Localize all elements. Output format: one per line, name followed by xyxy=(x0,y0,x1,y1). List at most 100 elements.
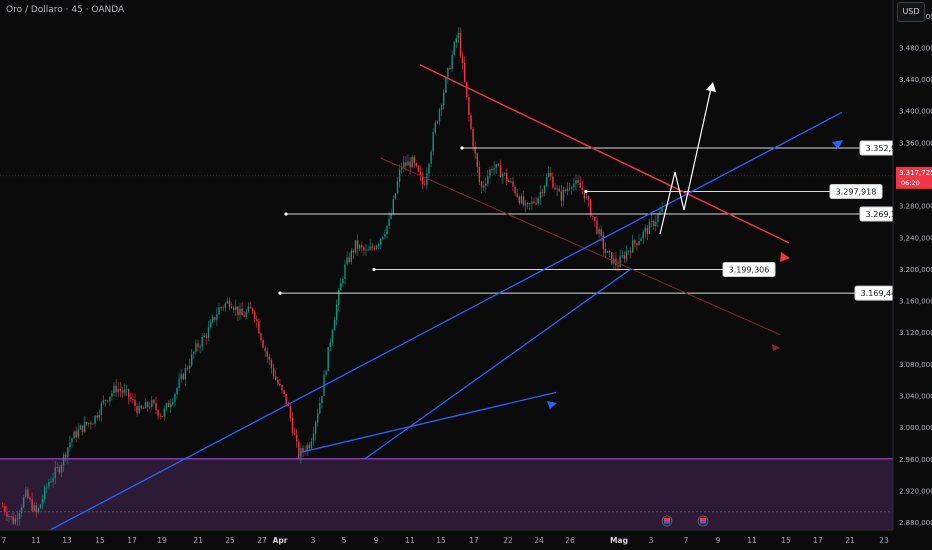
candle-body xyxy=(79,425,82,430)
time-axis-label: 21 xyxy=(845,536,855,545)
time-axis-label: 5 xyxy=(342,536,347,545)
candle-body xyxy=(285,394,287,404)
candle-body xyxy=(480,182,483,188)
candle-body xyxy=(577,180,579,184)
candle-body xyxy=(77,429,79,438)
candle-body xyxy=(569,188,571,190)
candle-body xyxy=(409,161,411,168)
candle-body xyxy=(140,405,142,408)
candle-body xyxy=(203,335,205,337)
time-axis-label: 15 xyxy=(436,536,446,545)
symbol-title: Oro / Dollaro · 45 · OANDA xyxy=(6,5,125,15)
candle-body xyxy=(174,394,176,402)
candle-body xyxy=(180,374,182,380)
candle-body xyxy=(510,181,512,183)
candle-body xyxy=(254,311,256,320)
candle-body xyxy=(405,162,407,166)
candle-body xyxy=(218,307,220,315)
candle-body xyxy=(499,165,502,178)
level-anchor-point[interactable] xyxy=(584,189,588,194)
candle-body xyxy=(258,321,260,334)
candle-body xyxy=(531,201,533,204)
candle-body xyxy=(396,181,399,194)
candle-body xyxy=(573,183,575,188)
candle-body xyxy=(464,63,466,82)
price-axis-label: 2.880,000 xyxy=(899,519,932,527)
candle-body xyxy=(655,221,657,227)
candle-body xyxy=(199,346,201,348)
support-zone[interactable] xyxy=(0,458,893,530)
level-anchor-point[interactable] xyxy=(278,291,282,295)
candle-body xyxy=(48,482,50,487)
candle-body xyxy=(314,422,317,434)
candle-body xyxy=(367,249,369,251)
time-axis-label: 11 xyxy=(405,536,415,545)
price-chart[interactable]: 3.352,9413.297,9183.269,3973.199,3063.16… xyxy=(0,0,932,550)
candle-body xyxy=(407,161,409,166)
candle-body xyxy=(579,183,581,188)
candle-body xyxy=(539,191,541,199)
candle-body xyxy=(134,399,136,407)
candle-body xyxy=(340,283,342,291)
candle-body xyxy=(537,198,539,204)
candle-body xyxy=(619,256,621,267)
candle-body xyxy=(556,188,558,190)
candle-body xyxy=(144,401,147,409)
candle-body xyxy=(142,407,145,409)
candle-body xyxy=(224,303,226,308)
candle-body xyxy=(388,218,390,226)
level-anchor-point[interactable] xyxy=(284,212,288,216)
level-anchor-point[interactable] xyxy=(460,146,464,150)
candle-body xyxy=(115,385,117,393)
candle-body xyxy=(6,512,8,517)
candle-body xyxy=(373,247,376,250)
candle-body xyxy=(310,441,313,449)
candle-body xyxy=(67,447,69,458)
candle-body xyxy=(524,203,527,206)
candle-body xyxy=(33,505,35,511)
candle-body xyxy=(37,508,40,513)
candle-body xyxy=(209,321,212,328)
time-axis-label: 7 xyxy=(684,536,689,545)
candle-body xyxy=(186,367,189,369)
time-axis-label: Mag xyxy=(610,536,628,545)
candle-body xyxy=(201,336,203,347)
candle-body xyxy=(71,438,73,443)
currency-button[interactable]: USD xyxy=(897,2,925,22)
candle-body xyxy=(470,115,472,129)
candle-body xyxy=(415,163,418,166)
candle-body xyxy=(371,246,373,248)
candle-body xyxy=(430,151,432,164)
candle-body xyxy=(417,165,420,172)
candle-body xyxy=(648,222,651,234)
candle-body xyxy=(100,403,103,416)
candle-body xyxy=(575,180,577,184)
candle-body xyxy=(558,188,560,192)
candle-body xyxy=(482,185,485,188)
candle-body xyxy=(545,177,548,186)
candle-body xyxy=(226,300,229,304)
candle-body xyxy=(172,401,174,405)
candle-body xyxy=(233,307,235,310)
candle-body xyxy=(182,374,184,380)
candle-body xyxy=(65,454,67,458)
candle-body xyxy=(317,413,319,423)
candle-body xyxy=(527,203,529,205)
candle-body xyxy=(581,187,583,190)
candle-body xyxy=(165,403,168,409)
candle-body xyxy=(52,478,54,482)
candle-body xyxy=(457,32,460,39)
level-price-label: 3.199,306 xyxy=(729,266,770,275)
level-anchor-point[interactable] xyxy=(372,267,376,272)
candle-body xyxy=(377,244,380,246)
candle-body xyxy=(117,388,119,393)
candle-body xyxy=(283,390,285,395)
flag-icon xyxy=(664,521,670,524)
time-axis-label: 15 xyxy=(781,536,791,545)
candle-body xyxy=(516,193,518,197)
candle-body xyxy=(453,42,455,55)
candle-body xyxy=(440,105,443,110)
candle-body xyxy=(506,172,508,181)
candle-body xyxy=(348,257,350,262)
candle-body xyxy=(363,247,365,251)
